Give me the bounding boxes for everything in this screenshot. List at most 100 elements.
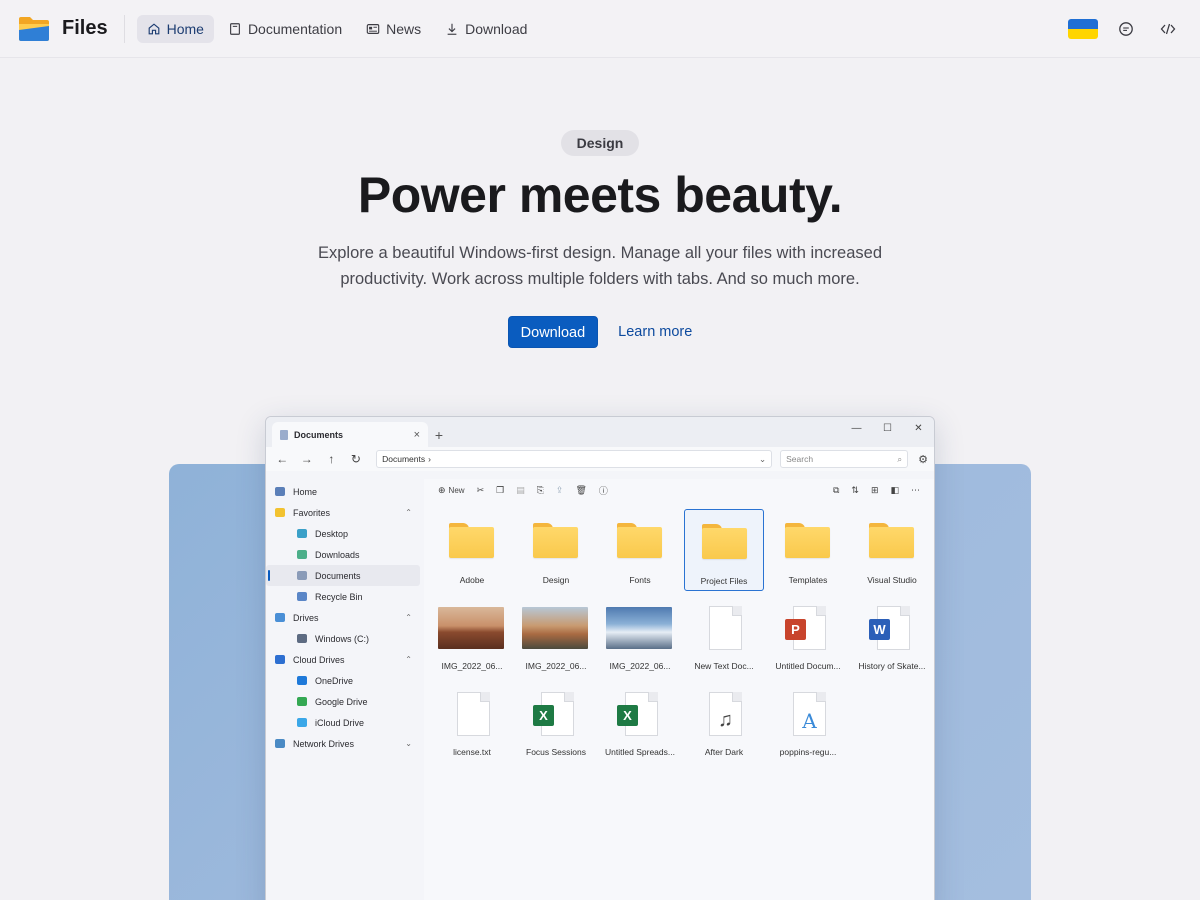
sidebar-item[interactable]: Favorites ⌃: [266, 502, 424, 523]
folder-item[interactable]: Templates: [768, 509, 848, 591]
path-segment[interactable]: Documents: [382, 454, 425, 464]
nav-link-documentation[interactable]: Documentation: [218, 15, 352, 43]
file-item[interactable]: ♫ After Dark: [684, 681, 764, 763]
folder-item[interactable]: Visual Studio: [852, 509, 932, 591]
file-item[interactable]: IMG_2022_06...: [432, 595, 512, 677]
sidebar-item-label: Home: [293, 486, 318, 497]
sidebar-item[interactable]: Windows (C:): [266, 628, 424, 649]
sidebar-item-label: OneDrive: [315, 675, 354, 686]
file-name: Focus Sessions: [526, 747, 586, 757]
chevron-up-icon[interactable]: ⌃: [405, 655, 412, 664]
file-name: New Text Doc...: [694, 661, 754, 671]
sidebar-item-label: Favorites: [293, 507, 331, 518]
delete-icon[interactable]: 🗑: [569, 481, 592, 499]
newspaper-icon: [366, 23, 380, 34]
file-name: Visual Studio: [867, 575, 917, 585]
file-item[interactable]: P Untitled Docum...: [768, 595, 848, 677]
close-tab-icon[interactable]: ×: [414, 429, 420, 441]
file-item[interactable]: X Untitled Spreads...: [600, 681, 680, 763]
folder-icon: [617, 523, 662, 558]
image-thumbnail: [438, 607, 504, 649]
sidebar-item[interactable]: OneDrive: [266, 670, 424, 691]
feedback-button[interactable]: [1112, 15, 1140, 43]
folder-item[interactable]: Adobe: [432, 509, 512, 591]
command-bar-right: ⧉ ⇅ ⊞ ◧ ⋯: [827, 481, 926, 499]
chevron-up-icon[interactable]: ⌃: [405, 508, 412, 517]
sidebar-item[interactable]: Home: [266, 481, 424, 502]
folder-item[interactable]: Fonts: [600, 509, 680, 591]
file-item[interactable]: IMG_2022_06...: [516, 595, 596, 677]
nav-link-label: News: [386, 20, 422, 37]
sidebar-item[interactable]: Documents: [266, 565, 420, 586]
layout-icon[interactable]: ◧: [884, 481, 905, 499]
more-options-icon[interactable]: ⋯: [905, 481, 926, 499]
folder-item[interactable]: Design: [516, 509, 596, 591]
sidebar-item[interactable]: iCloud Drive: [266, 712, 424, 733]
sidebar-item[interactable]: Recycle Bin: [266, 586, 424, 607]
sidebar-item[interactable]: Drives ⌃: [266, 607, 424, 628]
chevron-up-icon[interactable]: ⌃: [405, 613, 412, 622]
file-item[interactable]: IMG_2022_06...: [600, 595, 680, 677]
learn-more-link[interactable]: Learn more: [618, 324, 692, 340]
select-icon[interactable]: ⧉: [827, 481, 845, 499]
file-item[interactable]: Apoppins-regu...: [768, 681, 848, 763]
file-item[interactable]: W History of Skate...: [852, 595, 932, 677]
file-item[interactable]: license.txt: [432, 681, 512, 763]
new-tab-button[interactable]: +: [428, 422, 450, 447]
share-icon[interactable]: ⇪: [550, 481, 570, 499]
sidebar-item[interactable]: Google Drive: [266, 691, 424, 712]
source-code-button[interactable]: [1154, 15, 1182, 43]
sidebar-item-icon: [275, 508, 285, 517]
path-separator-icon: ›: [428, 454, 431, 464]
file-name: IMG_2022_06...: [609, 661, 671, 671]
search-input[interactable]: Search ⌕: [780, 450, 909, 468]
nav-link-home[interactable]: Home: [136, 14, 214, 43]
close-window-icon[interactable]: ✕: [903, 417, 934, 439]
ukraine-flag-icon[interactable]: [1068, 19, 1098, 39]
cut-icon[interactable]: ✂: [471, 481, 491, 499]
file-item[interactable]: X Focus Sessions: [516, 681, 596, 763]
nav-link-download[interactable]: Download: [435, 15, 537, 43]
sidebar-item-icon: [297, 550, 307, 559]
file-item[interactable]: New Text Doc...: [684, 595, 764, 677]
sidebar-item[interactable]: Desktop: [266, 523, 424, 544]
font-file-icon: A: [793, 692, 826, 736]
paste-icon[interactable]: ▤: [510, 481, 531, 499]
file-name: Design: [542, 575, 570, 585]
sort-icon[interactable]: ⇅: [845, 481, 865, 499]
chevron-down-icon[interactable]: ⌄: [759, 454, 766, 465]
download-button[interactable]: Download: [507, 316, 599, 348]
tab-documents[interactable]: Documents ×: [272, 422, 428, 447]
sidebar-item[interactable]: Downloads: [266, 544, 424, 565]
sidebar-item-icon: [297, 697, 307, 706]
group-icon[interactable]: ⊞: [865, 481, 885, 499]
new-button[interactable]: ⊕ New: [432, 481, 471, 499]
forward-arrow-icon[interactable]: →: [297, 449, 318, 469]
maximize-icon[interactable]: ☐: [872, 417, 903, 439]
sidebar-item[interactable]: Cloud Drives ⌃: [266, 649, 424, 670]
title-bar: Documents × + — ☐ ✕: [266, 417, 934, 447]
sidebar-item[interactable]: Network Drives ⌄: [266, 733, 424, 754]
sidebar-item-icon: [275, 487, 285, 496]
refresh-icon[interactable]: ↻: [346, 449, 367, 469]
info-icon[interactable]: ⓘ: [593, 481, 614, 499]
chat-bubble-icon: [1119, 22, 1133, 36]
path-field[interactable]: Documents › ⌄: [376, 450, 773, 468]
file-area: ⊕ New ✂ ❐ ▤ ⎘ ⇪ 🗑 ⓘ ⧉ ⇅ ⊞ ◧ ⋯ Adobe Desig…: [424, 479, 934, 900]
rename-icon[interactable]: ⎘: [531, 481, 550, 499]
chevron-down-icon[interactable]: ⌄: [405, 739, 412, 748]
folder-item[interactable]: Project Files: [684, 509, 764, 591]
minimize-icon[interactable]: —: [841, 417, 872, 439]
back-arrow-icon[interactable]: ←: [272, 449, 293, 469]
settings-gear-icon[interactable]: ⚙: [918, 453, 928, 466]
copy-icon[interactable]: ❐: [490, 481, 510, 499]
download-icon: [447, 23, 457, 35]
nav-link-news[interactable]: News: [356, 15, 431, 43]
plus-circle-icon: ⊕: [438, 484, 446, 495]
sidebar-item-label: iCloud Drive: [315, 717, 365, 728]
search-placeholder: Search: [786, 454, 814, 464]
image-thumbnail: [522, 607, 588, 649]
up-arrow-icon[interactable]: ↑: [321, 449, 342, 469]
sidebar-item-icon: [297, 634, 307, 643]
brand[interactable]: Files: [18, 0, 108, 58]
